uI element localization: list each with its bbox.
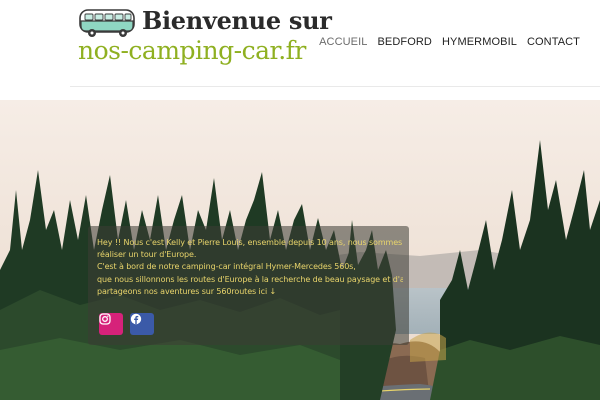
nav-item-contact[interactable]: CONTACT [527,36,580,48]
site-domain[interactable]: nos-camping-car.fr [78,36,306,65]
instagram-icon [99,313,111,325]
intro-line: C'est à bord de notre camping-car intégr… [97,262,356,272]
hero-banner: Hey !! Nous c'est Kelly et Pierre Louis,… [0,100,600,400]
camper-van-icon[interactable] [78,6,138,38]
intro-line: que nous sillonnons les routes d'Europe … [97,274,403,284]
intro-text: Hey !! Nous c'est Kelly et Pierre Louis,… [97,237,403,298]
intro-panel: Hey !! Nous c'est Kelly et Pierre Louis,… [88,226,409,345]
main-nav: ACCUEIL BEDFORD HYMERMOBIL CONTACT [319,36,580,48]
site-title[interactable]: Bienvenue sur [142,6,332,35]
facebook-icon [130,313,142,325]
header-divider [70,86,600,87]
nav-item-accueil[interactable]: ACCUEIL [319,36,367,48]
instagram-button[interactable] [99,313,123,335]
intro-line: réaliser un tour d'Europe. [97,250,197,260]
nav-item-hymermobil[interactable]: HYMERMOBIL [442,36,517,48]
intro-line: Hey !! Nous c'est Kelly et Pierre Louis,… [97,238,403,247]
facebook-button[interactable] [130,313,154,335]
nav-item-bedford[interactable]: BEDFORD [378,36,432,48]
site-header: Bienvenue sur nos-camping-car.fr ACCUEIL… [0,0,600,100]
intro-line: partageons nos aventures sur 560routes i… [97,286,277,296]
